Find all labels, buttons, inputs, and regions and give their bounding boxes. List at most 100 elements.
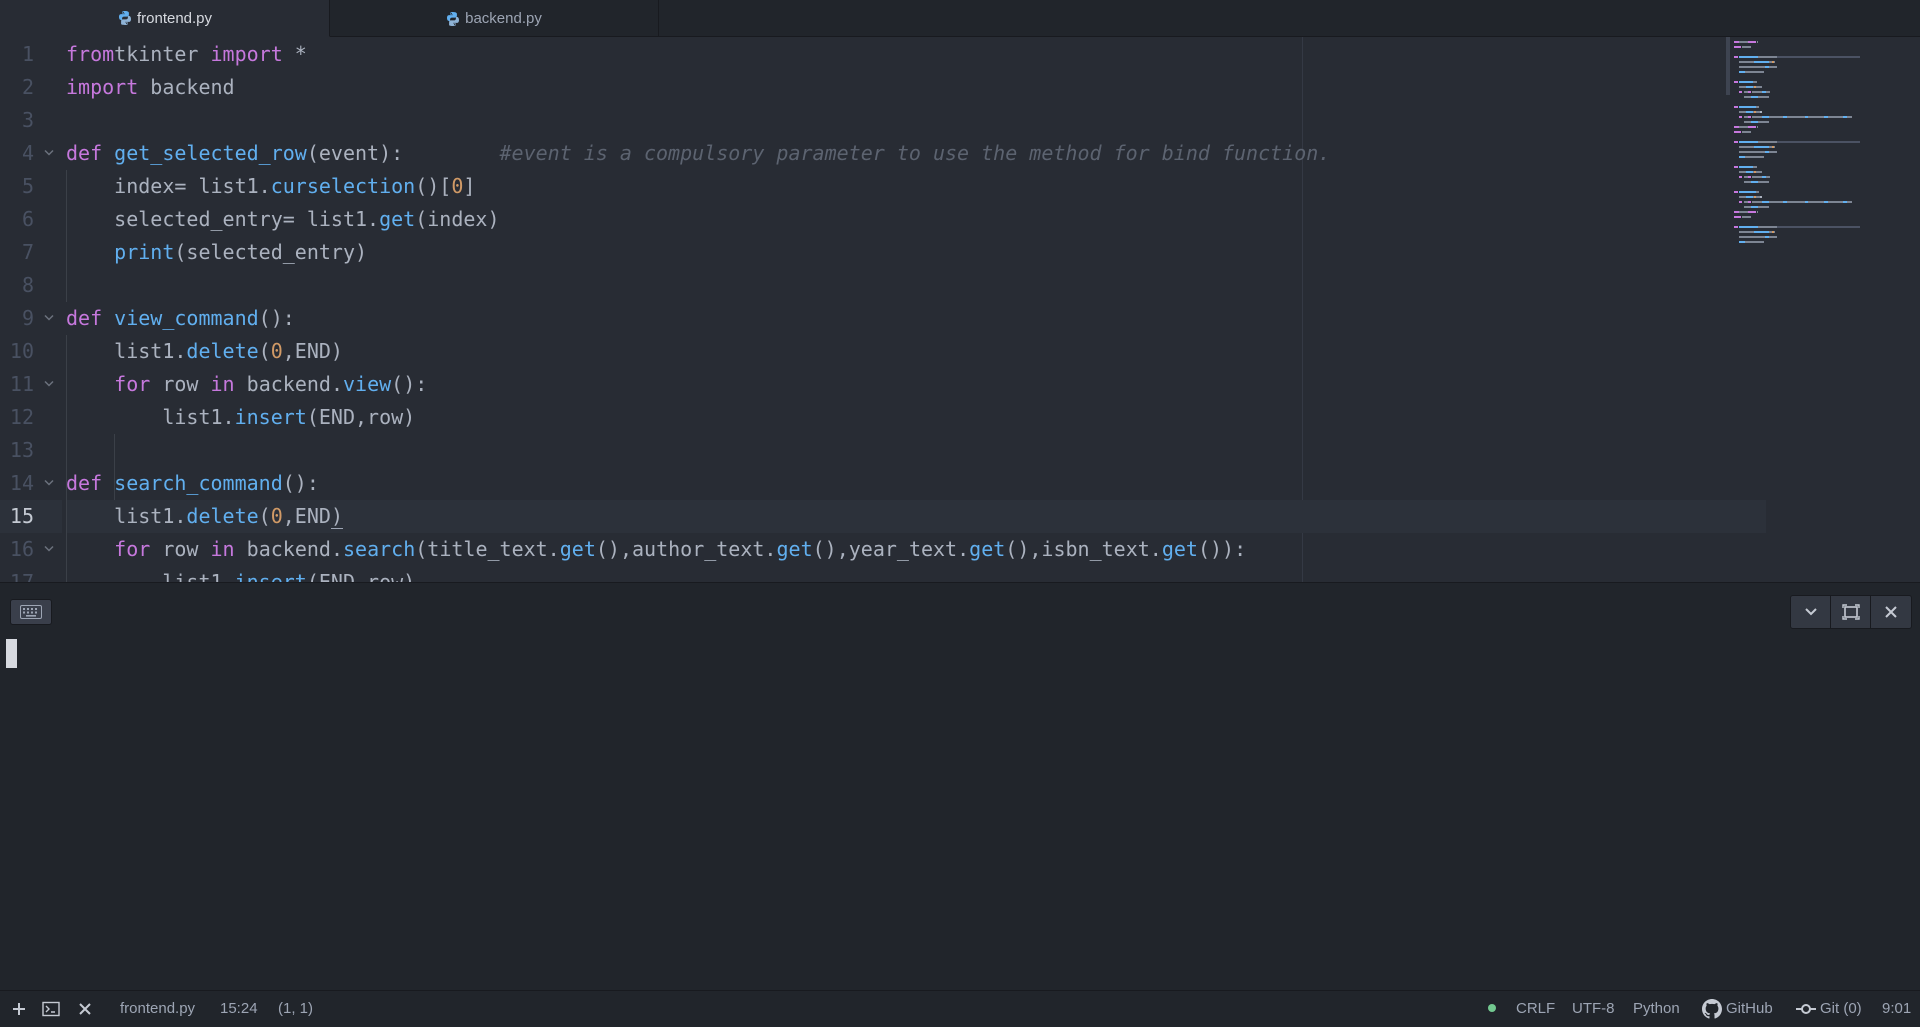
code-line[interactable]: list1.delete(0,END) — [66, 500, 343, 533]
line-number[interactable]: 9 — [0, 302, 34, 335]
github-icon[interactable] — [1702, 999, 1722, 1019]
fold-chevron-icon[interactable] — [44, 302, 56, 335]
code-area[interactable]: fromtkinter import * import backend def ge… — [66, 37, 1766, 582]
line-number[interactable]: 5 — [0, 170, 34, 203]
line-number[interactable]: 14 — [0, 467, 34, 500]
code-token: list1. — [66, 339, 187, 363]
collapse-panel-button[interactable] — [1791, 596, 1831, 628]
line-number[interactable]: 3 — [0, 104, 34, 137]
status-selection-count[interactable]: (1, 1) — [278, 991, 313, 1027]
code-line[interactable]: for row in backend.search(title_text.get… — [66, 533, 1246, 566]
code-line[interactable]: list1.insert(END,row) — [66, 401, 415, 434]
code-token: insert — [234, 405, 307, 429]
line-number[interactable]: 4 — [0, 137, 34, 170]
code-token: ( — [258, 504, 271, 528]
minimap-line — [1827, 201, 1844, 203]
code-token: for — [114, 372, 151, 396]
minimap-line — [1777, 226, 1860, 228]
add-terminal-icon[interactable] — [10, 1000, 28, 1018]
minimap-line — [1756, 211, 1758, 213]
minimap-line — [1734, 46, 1742, 48]
close-terminal-icon[interactable] — [76, 1000, 94, 1018]
code-line[interactable]: fromtkinter import * — [66, 38, 307, 71]
code-token: print — [114, 240, 175, 264]
status-line-ending[interactable]: CRLF — [1516, 991, 1555, 1027]
minimap-line — [1777, 56, 1860, 58]
minimap-line — [1748, 116, 1751, 118]
tab-label: backend.py — [465, 10, 542, 27]
code-line[interactable]: list1.delete(0,END) — [66, 335, 343, 368]
line-number[interactable]: 7 — [0, 236, 34, 269]
line-number[interactable]: 2 — [0, 71, 34, 104]
code-editor[interactable]: 1 2 3 4 5 6 7 8 9 10 11 12 13 14 15 16 17 fromtkinter im… — [0, 37, 1920, 582]
minimap-line — [1738, 171, 1746, 173]
line-number[interactable]: 16 — [0, 533, 34, 566]
minimap-line — [1758, 181, 1769, 183]
status-cursor-position[interactable]: 15:24 — [220, 991, 258, 1027]
code-line[interactable]: for row in backend.view(): — [66, 368, 427, 401]
status-grammar[interactable]: Python — [1633, 991, 1680, 1027]
code-line[interactable]: index= list1.curselection()[0] — [66, 170, 475, 203]
terminal-panel[interactable] — [0, 582, 1920, 990]
code-token: backend. — [234, 537, 343, 561]
minimap-line — [1738, 236, 1766, 238]
status-file-name[interactable]: frontend.py — [120, 991, 195, 1027]
status-encoding[interactable]: UTF-8 — [1572, 991, 1615, 1027]
code-token: from — [66, 42, 115, 66]
line-number[interactable]: 1 — [0, 38, 34, 71]
line-number-gutter[interactable]: 1 2 3 4 5 6 7 8 9 10 11 12 13 14 15 16 17 — [0, 37, 62, 582]
minimap-line — [1755, 171, 1762, 173]
minimap-line — [1738, 176, 1743, 178]
code-token: ()[ — [415, 174, 452, 198]
code-line[interactable]: def view_command(): — [66, 302, 295, 335]
code-line[interactable]: def get_selected_row(event): #event is a… — [66, 137, 1330, 170]
minimap-line — [1760, 111, 1762, 113]
minimap-line — [1754, 231, 1769, 233]
status-git[interactable]: Git (0) — [1820, 991, 1862, 1027]
close-panel-button[interactable] — [1871, 596, 1911, 628]
minimap[interactable] — [1726, 37, 1920, 582]
minimap-visible-region[interactable] — [1726, 37, 1730, 95]
minimap-line — [1768, 236, 1778, 238]
line-number[interactable]: 15 — [0, 500, 34, 533]
python-icon — [118, 11, 131, 25]
code-line[interactable]: selected_entry= list1.get(index) — [66, 203, 499, 236]
fold-chevron-icon[interactable] — [44, 533, 56, 566]
line-number[interactable]: 8 — [0, 269, 34, 302]
line-number[interactable]: 10 — [0, 335, 34, 368]
code-token: view — [342, 372, 392, 396]
maximize-panel-button[interactable] — [1831, 596, 1871, 628]
code-line[interactable]: print(selected_entry) — [66, 236, 367, 269]
line-number[interactable]: 17 — [0, 566, 34, 582]
line-number[interactable]: 12 — [0, 401, 34, 434]
code-token: insert — [234, 570, 307, 582]
tab-frontend[interactable]: frontend.py — [0, 0, 330, 37]
code-line[interactable]: def search_command(): — [66, 467, 319, 500]
line-number[interactable]: 6 — [0, 203, 34, 236]
minimap-line — [1754, 61, 1769, 63]
minimap-line — [1748, 126, 1756, 128]
code-token: (event): — [306, 141, 500, 165]
minimap-line — [1738, 226, 1758, 228]
minimap-line — [1808, 116, 1824, 118]
code-token: list1. — [66, 570, 235, 582]
line-number[interactable]: 13 — [0, 434, 34, 467]
status-github[interactable]: GitHub — [1726, 991, 1773, 1027]
tab-backend[interactable]: backend.py — [329, 0, 659, 37]
minimap-line — [1768, 151, 1778, 153]
status-clock: 9:01 — [1882, 1000, 1912, 1017]
line-number[interactable]: 11 — [0, 368, 34, 401]
keyboard-button[interactable] — [10, 599, 52, 625]
code-line[interactable]: import backend — [66, 71, 235, 104]
code-token: (): — [282, 471, 319, 495]
status-bar: frontend.py 15:24 (1, 1) CRLF UTF-8 Pyth… — [0, 990, 1920, 1027]
minimap-line — [1808, 201, 1824, 203]
code-line[interactable]: list1.insert(END,row) — [66, 566, 415, 582]
fold-chevron-icon[interactable] — [44, 137, 56, 170]
terminal-icon[interactable] — [42, 1000, 60, 1018]
fold-chevron-icon[interactable] — [44, 467, 56, 500]
fold-chevron-icon[interactable] — [44, 368, 56, 401]
minimap-line — [1743, 181, 1751, 183]
minimap-line — [1742, 46, 1751, 48]
